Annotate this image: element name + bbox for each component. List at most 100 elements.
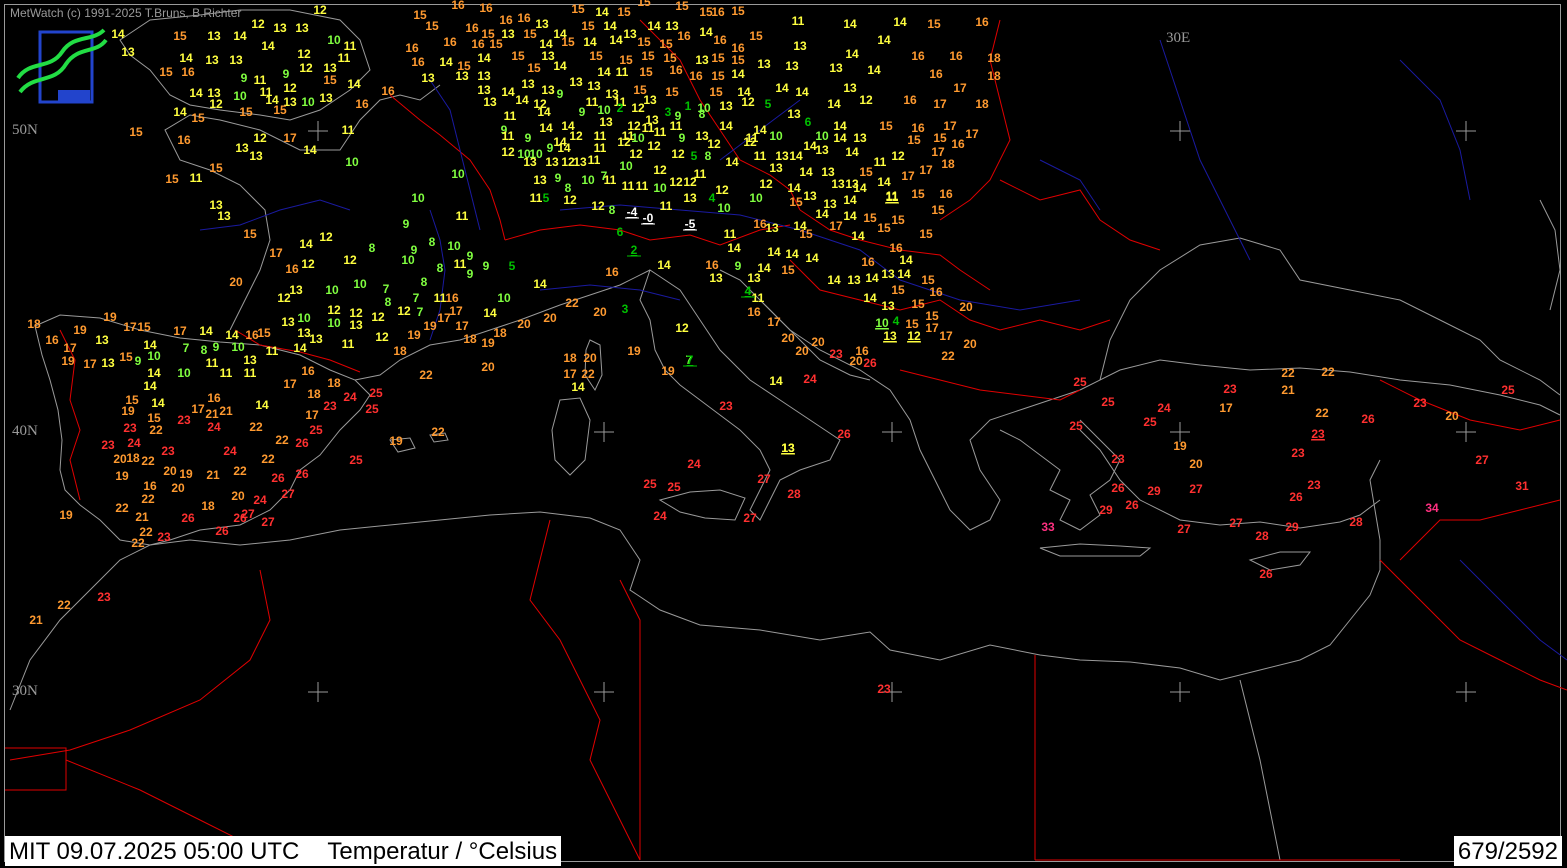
station-temperature: 15 — [863, 211, 877, 225]
station-temperature-flagged: 7 — [687, 353, 694, 367]
station-temperature: 13 — [295, 21, 309, 35]
station-temperature: 23 — [1307, 478, 1321, 492]
station-temperature: 15 — [891, 213, 905, 227]
station-temperature: 14 — [533, 277, 547, 291]
station-temperature: 12 — [299, 61, 313, 75]
station-temperature-flagged: -5 — [685, 217, 696, 231]
station-temperature: 14 — [557, 141, 571, 155]
station-temperature: 17 — [563, 367, 577, 381]
station-temperature: 14 — [571, 380, 585, 394]
station-temperature: 29 — [1285, 520, 1299, 534]
station-temperature: 13 — [573, 155, 587, 169]
station-temperature: 22 — [57, 598, 71, 612]
station-temperature: 16 — [301, 364, 315, 378]
station-temperature: 27 — [1189, 482, 1203, 496]
station-temperature: 11 — [190, 171, 203, 185]
station-temperature: 26 — [1125, 498, 1139, 512]
station-temperature: 17 — [919, 163, 933, 177]
border-ukraine — [999, 179, 1161, 251]
station-temperature: 15 — [129, 125, 143, 139]
station-temperature: 11 — [754, 149, 767, 163]
station-temperature: 15 — [323, 73, 337, 87]
station-temperature: 24 — [207, 420, 221, 434]
station-temperature: 15 — [907, 133, 921, 147]
station-temperature: 16 — [939, 187, 953, 201]
station-temperature: 16 — [605, 265, 619, 279]
station-temperature: 14 — [293, 341, 307, 355]
station-temperature: 13 — [545, 155, 559, 169]
station-temperature: 14 — [827, 97, 841, 111]
frame-counter[interactable]: 679/2592 — [1453, 836, 1562, 866]
station-temperature: 17 — [173, 324, 187, 338]
station-temperature: 24 — [223, 444, 237, 458]
station-temperature: 24 — [253, 493, 267, 507]
station-temperature: 13 — [523, 155, 537, 169]
station-temperature: 13 — [235, 141, 249, 155]
station-temperature: 15 — [425, 19, 439, 33]
station-temperature: 10 — [619, 159, 633, 173]
station-temperature: 11 — [220, 366, 233, 380]
station-temperature: 11 — [636, 179, 649, 193]
station-temperature: 23 — [323, 399, 337, 413]
station-temperature: 26 — [181, 511, 195, 525]
station-temperature: 10 — [717, 201, 731, 215]
station-temperature: 16 — [443, 35, 457, 49]
station-temperature: 16 — [207, 391, 221, 405]
border-turkey-east — [1379, 379, 1561, 431]
station-temperature: 13 — [243, 353, 257, 367]
station-temperature: 20 — [163, 464, 177, 478]
station-temperature: 26 — [1111, 481, 1125, 495]
station-temperature: 12 — [891, 149, 905, 163]
station-temperature-flagged: 4 — [745, 284, 752, 298]
station-temperature: 9 — [735, 259, 742, 273]
station-temperature: 14 — [189, 86, 203, 100]
border-middle-east — [1379, 499, 1567, 691]
station-temperature: 4 — [709, 191, 716, 205]
station-temperature: 13 — [217, 209, 231, 223]
station-temperature: 12 — [675, 321, 689, 335]
station-temperature: 12 — [313, 3, 327, 17]
station-temperature: 16 — [499, 13, 513, 27]
station-temperature: 23 — [1223, 382, 1237, 396]
station-temperature: 9 — [241, 71, 248, 85]
station-temperature: 24 — [687, 457, 701, 471]
station-temperature: 16 — [929, 285, 943, 299]
station-temperature: 14 — [537, 105, 551, 119]
station-temperature: 3 — [622, 302, 629, 316]
station-temperature: 20 — [229, 275, 243, 289]
station-temperature: 26 — [295, 467, 309, 481]
station-temperature: 20 — [171, 481, 185, 495]
station-temperature: 8 — [437, 261, 444, 275]
station-temperature: 15 — [933, 131, 947, 145]
station-temperature: 14 — [767, 245, 781, 259]
station-temperature: 13 — [289, 283, 303, 297]
grid-cross — [882, 422, 902, 442]
coastline-crete — [1039, 543, 1152, 557]
station-temperature: 5 — [543, 191, 550, 205]
lon-label-30e: 30E — [1166, 30, 1191, 46]
station-temperature: 13 — [599, 115, 613, 129]
station-temperature: 11 — [530, 191, 543, 205]
station-temperature: 20 — [481, 360, 495, 374]
station-temperature: 15 — [789, 195, 803, 209]
station-temperature: 10 — [301, 95, 315, 109]
station-temperature: 14 — [795, 85, 809, 99]
station-temperature: 15 — [589, 49, 603, 63]
station-temperature: 15 — [571, 2, 585, 16]
station-temperature: 15 — [159, 65, 173, 79]
station-temperature: 16 — [479, 1, 493, 15]
station-temperature: 12 — [563, 193, 577, 207]
station-temperature: 11 — [342, 337, 355, 351]
station-temperature: 20 — [231, 489, 245, 503]
station-temperature: 14 — [799, 165, 813, 179]
station-temperature: 14 — [833, 131, 847, 145]
station-temperature: 17 — [939, 329, 953, 343]
station-temperature: 15 — [581, 19, 595, 33]
station-temperature: 15 — [665, 85, 679, 99]
station-temperature: 10 — [447, 239, 461, 253]
station-temperature: 10 — [231, 340, 245, 354]
station-temperature: 14 — [179, 51, 193, 65]
station-temperature: 15 — [911, 297, 925, 311]
station-temperature: 13 — [787, 107, 801, 121]
station-temperature: 15 — [879, 119, 893, 133]
